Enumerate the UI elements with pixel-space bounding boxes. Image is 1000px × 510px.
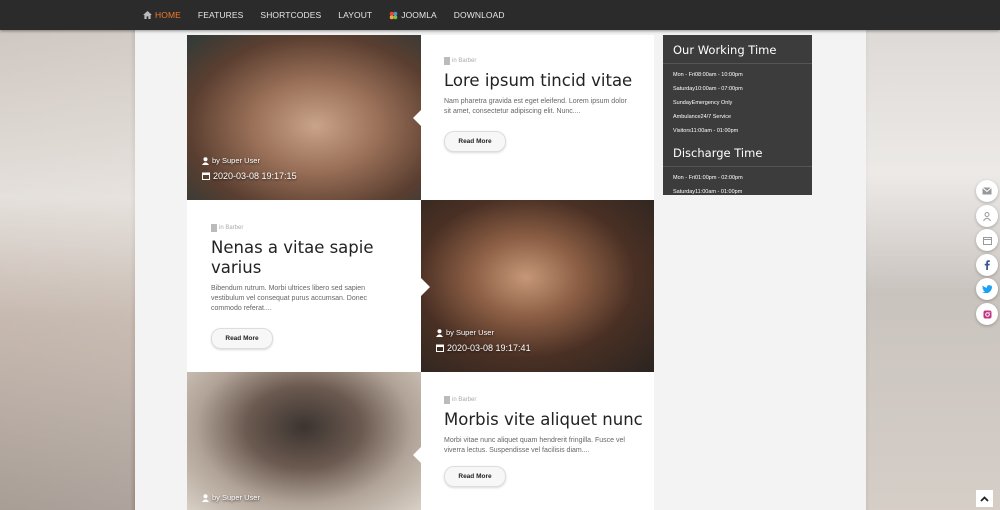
post-image-1[interactable]: by Super User 2020-03-08 19:17:15 [187, 35, 421, 200]
divider [663, 166, 812, 167]
nav-item-label: LAYOUT [338, 10, 373, 20]
twitter-button[interactable] [976, 278, 998, 300]
nav-item-layout[interactable]: LAYOUT [338, 10, 372, 20]
post-category-text: in Barber [219, 225, 244, 231]
working-row: Saturday10:00am - 07:00pm [673, 86, 743, 92]
post-title[interactable]: Nenas a vitae sapie varius [211, 238, 381, 278]
post-category[interactable]: in Barber [444, 57, 654, 65]
post-date-text: 2020-03-08 19:17:41 [447, 343, 531, 353]
post-date: 2020-03-08 19:17:15 [202, 171, 297, 181]
mail-button[interactable] [976, 180, 998, 202]
post-excerpt: Morbi vitae nunc aliquet quam hendrerit … [444, 437, 625, 454]
facebook-button[interactable] [976, 254, 998, 276]
discharge-row: Mon - Fri01:00pm - 02:00pm [673, 175, 743, 181]
nav-item-joomla[interactable]: JOOMLA [389, 10, 437, 20]
read-more-button[interactable]: Read More [211, 328, 273, 349]
mail-icon [982, 187, 992, 195]
user-icon [436, 328, 443, 337]
joomla-icon [389, 11, 398, 19]
nav-item-label: SHORTCODES [260, 10, 322, 20]
user-button[interactable] [976, 205, 998, 227]
read-more-button[interactable]: Read More [444, 466, 506, 487]
back-to-top-button[interactable] [976, 490, 993, 507]
user-icon [983, 211, 991, 221]
calendar-icon [436, 344, 444, 352]
working-row: Ambulance24/7 Service [673, 114, 732, 120]
nav-item-shortcodes[interactable]: SHORTCODES [260, 10, 321, 20]
post-category-text: in Barber [452, 58, 477, 64]
post-category[interactable]: in Barber [211, 224, 421, 232]
nav-item-features[interactable]: FEATURES [198, 10, 244, 20]
main-nav: HOME FEATURES SHORTCODES LAYOUT JOOMLA D… [0, 0, 1000, 30]
working-row: SundayEmergency Only [673, 100, 733, 106]
post-author-text: by Super User [212, 156, 260, 165]
background-left-photo [0, 30, 135, 510]
calendar-button[interactable] [976, 229, 998, 251]
post-image-2[interactable]: by Super User 2020-03-08 19:17:41 [421, 200, 654, 372]
post-author-text: by Super User [446, 328, 494, 337]
nav-item-label: HOME [155, 10, 181, 20]
nav-item-label: FEATURES [197, 10, 244, 20]
nav-item-label: DOWNLOAD [453, 10, 505, 20]
nav-item-label: JOOMLA [401, 10, 437, 20]
card-pointer [413, 110, 421, 126]
post-date: 2020-03-08 19:17:41 [436, 343, 531, 353]
post-category-text: in Barber [452, 397, 477, 403]
read-more-button[interactable]: Read More [444, 131, 506, 152]
post-image-3[interactable]: by Super User [187, 372, 421, 510]
post-title[interactable]: Lore ipsum tincid vitae [444, 71, 654, 91]
discharge-time-title: Discharge Time [673, 146, 763, 160]
calendar-icon [982, 236, 992, 245]
post-author-text: by Super User [212, 493, 260, 502]
facebook-icon [984, 260, 990, 270]
working-row: Visitors11:00am - 01:00pm [673, 128, 739, 134]
calendar-icon [202, 172, 210, 180]
user-icon [202, 156, 209, 165]
document-icon [444, 57, 450, 65]
instagram-icon [983, 310, 991, 318]
nav-item-download[interactable]: DOWNLOAD [454, 10, 505, 20]
user-icon [202, 493, 209, 502]
post-card-2: in Barber Nenas a vitae sapie varius Bib… [187, 200, 421, 372]
post-card-3: in Barber Morbis vite aliquet nunc Morbi… [421, 372, 654, 510]
post-date-text: 2020-03-08 19:17:15 [213, 171, 297, 181]
post-title[interactable]: Morbis vite aliquet nunc [444, 410, 654, 430]
card-pointer [413, 447, 421, 463]
post-author: by Super User [202, 156, 260, 165]
card-pointer [421, 278, 430, 296]
document-icon [211, 224, 217, 232]
nav-item-home[interactable]: HOME [143, 10, 181, 20]
working-row: Mon - Fri08:00am - 10:00pm [673, 72, 743, 78]
instagram-button[interactable] [976, 303, 998, 325]
post-author: by Super User [436, 328, 494, 337]
post-excerpt: Bibendum rutrum. Morbi ultrices libero s… [211, 285, 368, 312]
divider [663, 63, 812, 64]
working-time-title: Our Working Time [673, 43, 777, 57]
post-excerpt: Nam pharetra gravida est eget eleifend. … [444, 98, 627, 115]
chevron-up-icon [980, 495, 989, 502]
twitter-icon [982, 285, 992, 293]
discharge-row: Saturday11:00am - 01:00pm [673, 189, 743, 195]
post-card-1: in Barber Lore ipsum tincid vitae Nam ph… [421, 35, 654, 200]
post-author: by Super User [202, 493, 260, 502]
post-category[interactable]: in Barber [444, 396, 654, 404]
working-time-widget: Our Working Time Mon - Fri08:00am - 10:0… [663, 35, 812, 195]
document-icon [444, 396, 450, 404]
home-icon [143, 11, 152, 19]
